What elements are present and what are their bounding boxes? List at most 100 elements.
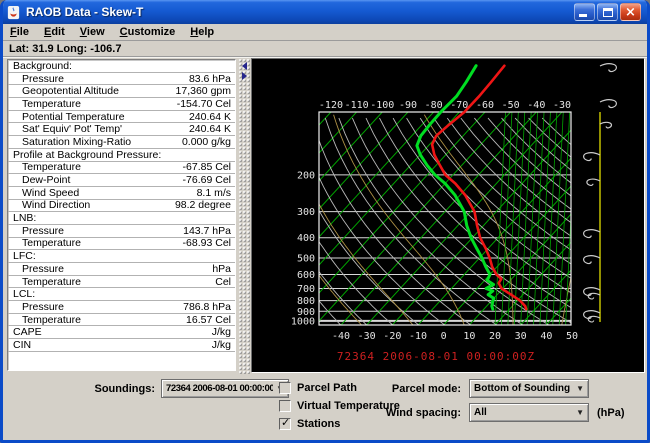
- row-value: J/kg: [212, 326, 231, 338]
- row-label: Geopotential Altitude: [22, 85, 119, 97]
- svg-text:20: 20: [489, 331, 501, 342]
- checkbox-parcel-path[interactable]: ✓ Parcel Path: [279, 381, 357, 395]
- svg-text:300: 300: [297, 207, 315, 218]
- checkbox-label: Parcel Path: [297, 382, 357, 394]
- row-value: 8.1 m/s: [197, 187, 231, 199]
- parcel-mode-value: Bottom of Sounding: [474, 383, 570, 394]
- table-row: Temperature-68.93 Cel: [8, 238, 235, 251]
- row-value: 786.8 hPa: [183, 301, 231, 313]
- table-row: Wind Direction98.2 degree: [8, 200, 235, 213]
- svg-text:0: 0: [441, 331, 447, 342]
- table-row: CAPE J/kg: [8, 326, 235, 339]
- table-row: Temperature -67.85 Cel: [8, 162, 235, 175]
- checkmark-icon: ✓: [281, 416, 290, 429]
- svg-text:50: 50: [566, 331, 578, 342]
- dropdown-arrow-icon: ▼: [576, 384, 584, 393]
- checkbox-label: Stations: [297, 418, 340, 430]
- unchecked-checkbox-icon[interactable]: ✓: [279, 400, 291, 412]
- table-row: LCL:: [8, 288, 235, 301]
- svg-text:-50: -50: [502, 100, 520, 111]
- svg-text:40: 40: [540, 331, 552, 342]
- svg-text:-20: -20: [383, 331, 401, 342]
- status-bar: Lat: 31.9 Long: -106.7: [3, 42, 647, 57]
- row-value: 16.57 Cel: [186, 314, 231, 326]
- maximize-button[interactable]: [597, 3, 618, 21]
- unchecked-checkbox-icon[interactable]: ✓: [279, 382, 291, 394]
- app-window: RAOB Data - Skew-T × File Edit View Customi…: [0, 0, 650, 443]
- menu-item-file[interactable]: File: [10, 26, 29, 38]
- soundings-value: 72364 2006-08-01 00:00:00Z: [166, 383, 273, 394]
- row-value: -154.70 Cel: [177, 98, 231, 110]
- row-label: Background:: [13, 60, 72, 72]
- row-label: Potential Temperature: [22, 111, 125, 123]
- minimize-button[interactable]: [574, 3, 595, 21]
- svg-text:-110: -110: [345, 100, 369, 111]
- split-pane-divider[interactable]: [238, 58, 250, 374]
- sounding-data-panel: Background:Pressure83.6 hPaGeopotential …: [7, 59, 236, 371]
- parcel-mode-dropdown[interactable]: Bottom of Sounding ▼: [469, 379, 589, 398]
- table-row: Temperature -154.70 Cel: [8, 98, 235, 111]
- maximize-icon: [603, 8, 613, 17]
- svg-text:-30: -30: [553, 100, 571, 111]
- svg-text:600: 600: [297, 270, 315, 281]
- expand-right-arrow-icon[interactable]: [242, 72, 247, 80]
- lat-long-label: Lat: 31.9 Long: -106.7: [9, 43, 121, 55]
- svg-text:10: 10: [463, 331, 475, 342]
- row-value: 143.7 hPa: [183, 225, 231, 237]
- svg-text:-120: -120: [319, 100, 343, 111]
- row-value: 0.000 g/kg: [182, 136, 231, 148]
- table-row: LNB:: [8, 212, 235, 225]
- menu-item-help[interactable]: Help: [190, 26, 214, 38]
- table-row: Pressure786.8 hPa: [8, 301, 235, 314]
- row-label: LFC:: [13, 250, 36, 262]
- row-value: 98.2 degree: [175, 199, 231, 211]
- svg-text:72364 2006-08-01 00:00:00Z: 72364 2006-08-01 00:00:00Z: [337, 350, 535, 363]
- table-row: Pressure 143.7 hPa: [8, 225, 235, 238]
- row-value: 240.64 K: [189, 111, 231, 123]
- table-row: Pressure 83.6 hPa: [8, 73, 235, 86]
- table-row: Dew-Point-76.69 Cel: [8, 174, 235, 187]
- menu-item-edit[interactable]: Edit: [44, 26, 65, 38]
- row-value: Cel: [215, 276, 231, 288]
- row-label: Temperature: [22, 237, 81, 249]
- row-label: LCL:: [13, 288, 35, 300]
- skewt-chart[interactable]: -120-110-100-90-80-70-60-50-40-30-40-30-…: [251, 58, 644, 372]
- row-label: Pressure: [22, 225, 64, 237]
- row-label: Temperature: [22, 161, 81, 173]
- row-value: -67.85 Cel: [183, 161, 231, 173]
- collapse-left-arrow-icon[interactable]: [242, 62, 247, 70]
- row-label: CAPE: [13, 326, 42, 338]
- svg-text:-40: -40: [527, 100, 545, 111]
- row-value: 17,360 gpm: [176, 85, 231, 97]
- table-row: Profile at Background Pressure:: [8, 149, 235, 162]
- menu-bar: File Edit View Customize Help: [3, 24, 647, 41]
- svg-text:800: 800: [297, 296, 315, 307]
- close-button[interactable]: ×: [620, 3, 641, 21]
- row-label: Temperature: [22, 98, 81, 110]
- table-row: Saturation Mixing-Ratio 0.000 g/kg: [8, 136, 235, 149]
- menu-item-customize[interactable]: Customize: [120, 26, 176, 38]
- menu-item-view[interactable]: View: [80, 26, 105, 38]
- row-label: Pressure: [22, 73, 64, 85]
- svg-text:500: 500: [297, 253, 315, 264]
- table-row: Temperature16.57 Cel: [8, 314, 235, 327]
- wind-spacing-dropdown[interactable]: All ▼: [469, 403, 589, 422]
- checkbox-stations[interactable]: ✓ Stations: [279, 417, 340, 431]
- row-label: Saturation Mixing-Ratio: [22, 136, 131, 148]
- table-row: Potential Temperature 240.64 K: [8, 111, 235, 124]
- svg-text:-30: -30: [358, 331, 376, 342]
- table-row: CIN J/kg: [8, 339, 235, 352]
- svg-text:-80: -80: [425, 100, 443, 111]
- soundings-dropdown[interactable]: 72364 2006-08-01 00:00:00Z ▼: [161, 379, 289, 398]
- svg-text:200: 200: [297, 170, 315, 181]
- row-value: J/kg: [212, 339, 231, 351]
- row-value: hPa: [212, 263, 231, 275]
- window-title: RAOB Data - Skew-T: [26, 5, 143, 19]
- checked-checkbox-icon[interactable]: ✓: [279, 418, 291, 430]
- row-label: CIN: [13, 339, 31, 351]
- row-label: Temperature: [22, 276, 81, 288]
- table-row: PressurehPa: [8, 263, 235, 276]
- skewt-svg: -120-110-100-90-80-70-60-50-40-30-40-30-…: [251, 58, 644, 372]
- row-value: 83.6 hPa: [189, 73, 231, 85]
- title-bar[interactable]: RAOB Data - Skew-T ×: [0, 0, 650, 24]
